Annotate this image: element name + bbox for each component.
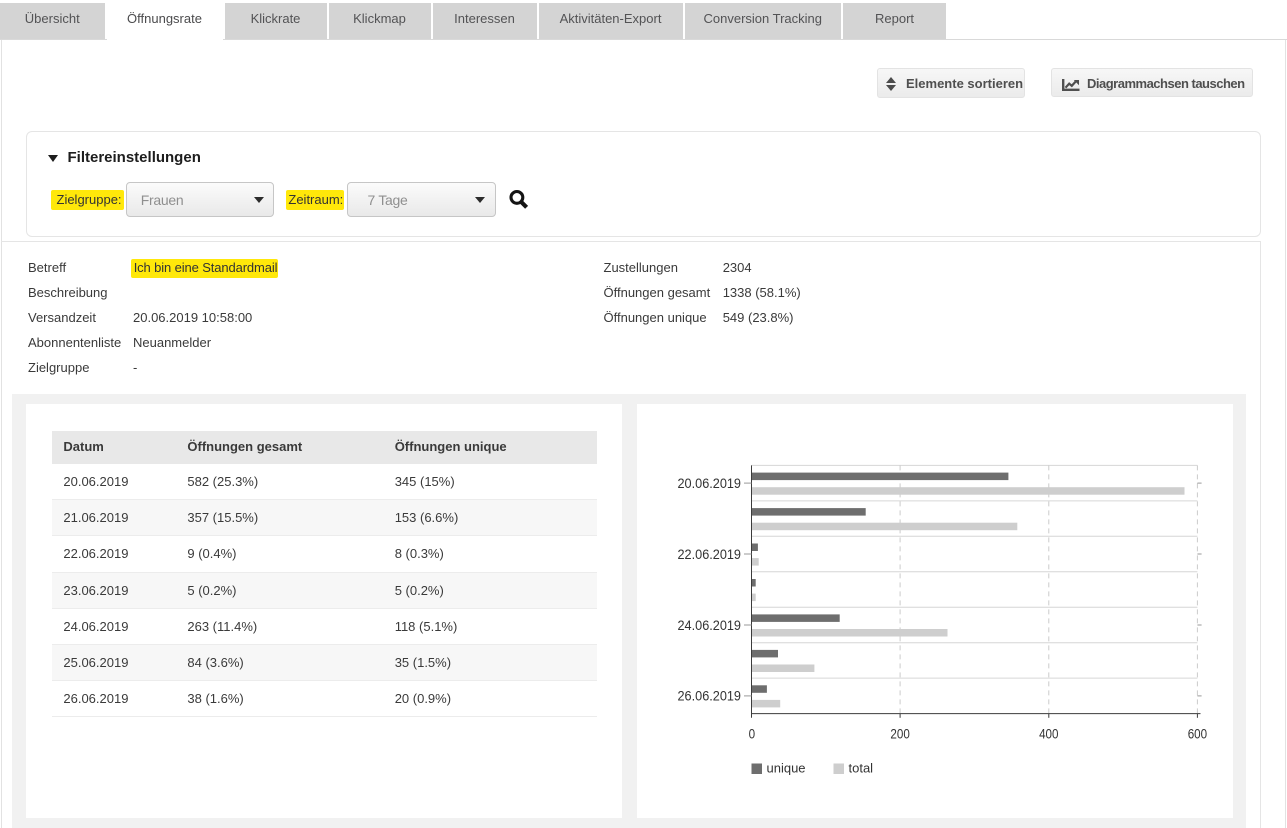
svg-text:20.06.2019: 20.06.2019 xyxy=(678,475,742,491)
svg-text:600: 600 xyxy=(1188,726,1208,742)
svg-text:unique: unique xyxy=(767,761,806,776)
svg-text:24.06.2019: 24.06.2019 xyxy=(678,617,742,633)
svg-text:total: total xyxy=(849,761,874,776)
svg-text:200: 200 xyxy=(890,726,910,742)
svg-text:0: 0 xyxy=(749,726,756,742)
svg-text:22.06.2019: 22.06.2019 xyxy=(678,546,742,562)
svg-text:26.06.2019: 26.06.2019 xyxy=(678,688,742,704)
svg-text:400: 400 xyxy=(1039,726,1059,742)
